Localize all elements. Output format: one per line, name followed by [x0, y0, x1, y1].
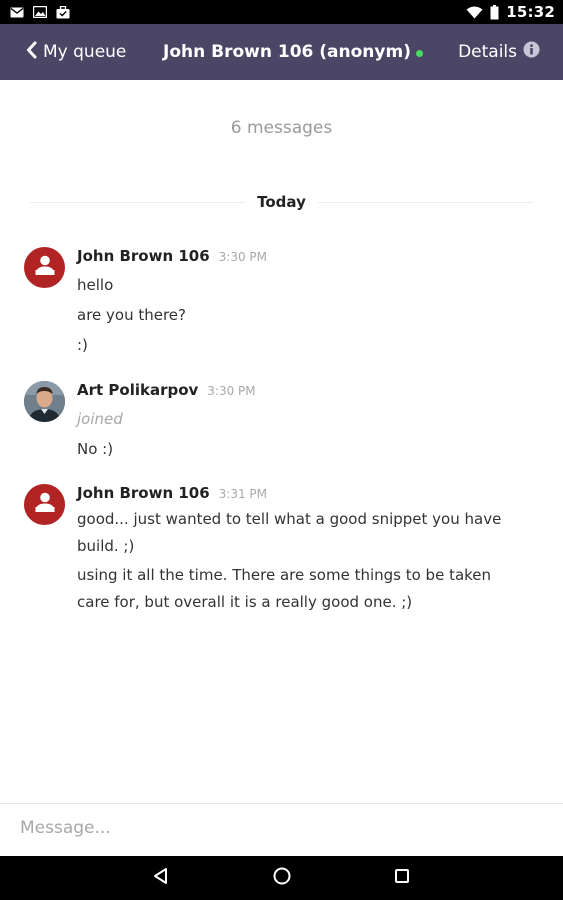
message-timestamp: 3:30 PM: [218, 250, 268, 264]
message-body: Art Polikarpov 3:30 PM joined No :): [77, 381, 527, 463]
message-author: John Brown 106: [77, 247, 210, 265]
message-text: :): [77, 336, 88, 354]
home-circle-icon: [272, 866, 292, 891]
day-divider: Today: [30, 192, 534, 212]
message-header: John Brown 106 3:30 PM: [77, 247, 527, 269]
mail-icon: [10, 7, 24, 18]
chevron-left-icon: [26, 41, 37, 64]
message-composer: [0, 803, 563, 853]
message-header: John Brown 106 3:31 PM: [77, 484, 527, 506]
online-status-indicator: [415, 50, 423, 57]
user-icon: [34, 491, 56, 518]
wifi-icon: [466, 6, 483, 19]
status-bar: 15:32: [0, 0, 563, 24]
back-button-label: My queue: [43, 42, 127, 62]
message-header: Art Polikarpov 3:30 PM: [77, 381, 527, 403]
system-nav-bar: [0, 856, 563, 900]
divider-line: [317, 201, 534, 203]
message-text: good... just wanted to tell what a good …: [77, 510, 502, 555]
nav-back-button[interactable]: [148, 866, 174, 890]
agent-photo-icon: [24, 381, 65, 422]
user-avatar[interactable]: [24, 484, 65, 525]
briefcase-icon: [56, 5, 70, 19]
image-icon: [33, 6, 47, 18]
page-title: John Brown 106 (anonym): [163, 42, 411, 62]
message-input[interactable]: [20, 812, 540, 844]
message-text: using it all the time. There are some th…: [77, 566, 492, 611]
recents-square-icon: [393, 867, 411, 890]
battery-icon: [490, 4, 499, 20]
agent-avatar[interactable]: [24, 381, 65, 422]
nav-home-button[interactable]: [269, 866, 295, 890]
user-avatar[interactable]: [24, 247, 65, 288]
message-text: No :): [77, 440, 114, 458]
message-text: hello: [77, 276, 114, 294]
message-author: Art Polikarpov: [77, 381, 199, 399]
message-timestamp: 3:30 PM: [207, 384, 256, 398]
message-text: are you there?: [77, 306, 186, 324]
join-status: joined: [77, 410, 123, 428]
message-timestamp: 3:31 PM: [218, 487, 268, 501]
divider-line: [30, 201, 246, 203]
notification-icons: [10, 5, 70, 19]
info-icon: [523, 41, 540, 63]
message-body: John Brown 106 3:30 PM hello are you the…: [77, 247, 527, 359]
system-status: 15:32: [466, 3, 555, 21]
message-count: 6 messages: [230, 118, 333, 138]
clock: 15:32: [506, 3, 555, 21]
app-header: My queue John Brown 106 (anonym) Details: [0, 24, 563, 80]
user-icon: [34, 254, 56, 281]
back-triangle-icon: [152, 867, 170, 890]
message-author: John Brown 106: [77, 484, 210, 502]
message-body: John Brown 106 3:31 PM good... just want…: [77, 484, 527, 616]
nav-recents-button[interactable]: [389, 866, 415, 890]
details-button-label: Details: [458, 42, 517, 62]
details-button[interactable]: Details: [458, 39, 540, 65]
back-to-queue-button[interactable]: My queue: [26, 39, 126, 65]
conversation-title: John Brown 106 (anonym): [163, 39, 423, 65]
day-divider-label: Today: [257, 193, 306, 211]
